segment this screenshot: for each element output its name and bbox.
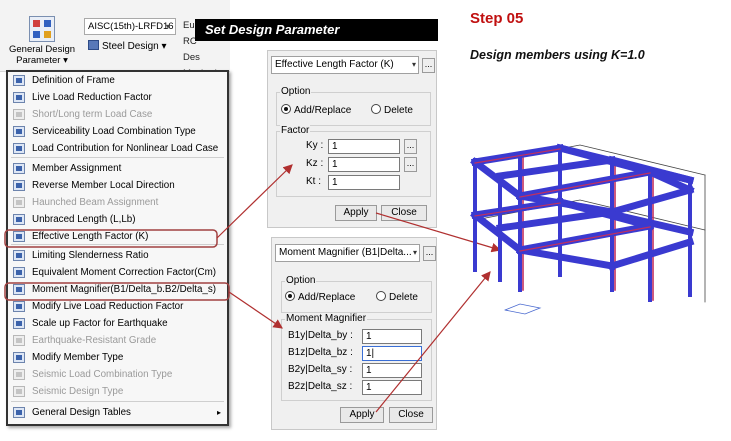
arrow-to-mm-dialog [228,291,283,329]
highlight-effective-length-factor [4,229,218,248]
arrow-mm-apply-to-model [375,271,491,413]
building-frame [470,143,706,315]
highlight-moment-magnifier [4,282,230,301]
structure-viewport [4,143,706,413]
arrow-to-elf-dialog [216,164,293,239]
